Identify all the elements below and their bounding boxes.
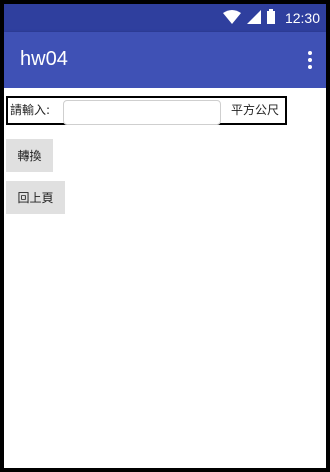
status-bar: 12:30: [4, 4, 326, 32]
input-label: 請輸入:: [10, 103, 51, 117]
status-icons: 12:30: [222, 8, 320, 28]
wifi-icon: [222, 9, 241, 28]
unit-label: 平方公尺: [231, 103, 280, 117]
device-frame: 12:30 hw04 請輸入: 平方公尺 轉換 回上頁: [0, 0, 330, 472]
convert-button[interactable]: 轉換: [6, 139, 53, 172]
more-vert-icon[interactable]: [300, 46, 320, 74]
area-input-row: 請輸入: 平方公尺: [6, 96, 287, 125]
back-button[interactable]: 回上頁: [6, 181, 65, 214]
app-title: hw04: [20, 48, 68, 70]
cell-signal-icon: [246, 9, 261, 28]
app-bar: hw04: [4, 32, 326, 88]
main-content: 請輸入: 平方公尺 轉換 回上頁: [4, 88, 326, 468]
area-input[interactable]: [63, 100, 221, 125]
battery-icon: [266, 8, 275, 28]
status-time: 12:30: [284, 10, 320, 26]
